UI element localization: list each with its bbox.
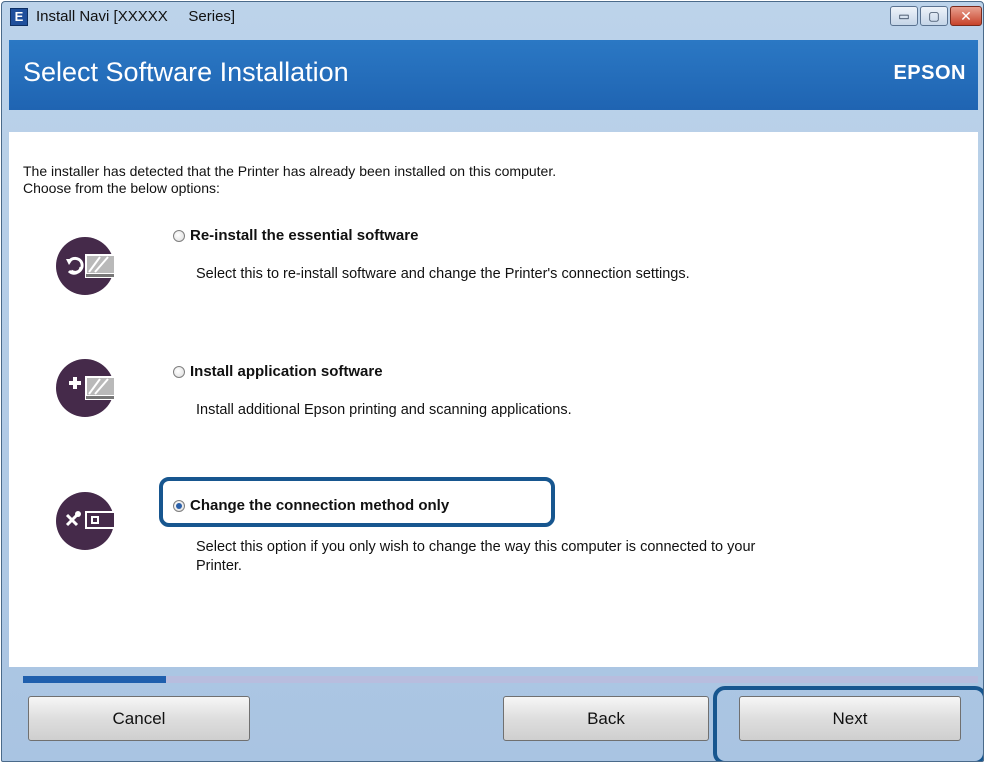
page-title: Select Software Installation bbox=[23, 57, 349, 87]
reinstall-description: Select this to re-install software and c… bbox=[196, 266, 690, 282]
epson-logo: EPSON bbox=[893, 62, 966, 84]
installer-window: E Install Navi [XXXXX Series] ▭ ▢ ✕ Sele… bbox=[1, 1, 984, 762]
intro-line-2: Choose from the below options: bbox=[23, 180, 220, 196]
tools-connection-icon bbox=[56, 492, 114, 550]
change-connection-radio[interactable] bbox=[173, 500, 185, 512]
back-button[interactable]: Back bbox=[503, 696, 709, 741]
close-icon: ✕ bbox=[960, 8, 972, 24]
install-application-label[interactable]: Install application software bbox=[190, 363, 383, 380]
window-title-model: XXXXX bbox=[117, 8, 168, 25]
maximize-icon: ▢ bbox=[928, 9, 940, 23]
change-connection-description: Select this option if you only wish to c… bbox=[196, 538, 755, 576]
reinstall-radio[interactable] bbox=[173, 230, 185, 242]
install-application-description: Install additional Epson printing and sc… bbox=[196, 402, 572, 418]
change-connection-description-line-1: Select this option if you only wish to c… bbox=[196, 539, 756, 555]
content-panel: The installer has detected that the Prin… bbox=[9, 132, 978, 683]
cancel-button[interactable]: Cancel bbox=[28, 696, 250, 741]
add-application-icon bbox=[56, 359, 114, 417]
progress-bar bbox=[23, 676, 978, 683]
window-title: Install Navi [XXXXX Series] bbox=[36, 8, 235, 25]
window-title-prefix: Install Navi [ bbox=[36, 8, 118, 25]
window-title-suffix: Series] bbox=[188, 8, 236, 25]
minimize-icon: ▭ bbox=[898, 9, 910, 23]
change-connection-description-line-2: Printer. bbox=[196, 558, 242, 574]
app-icon: E bbox=[10, 8, 28, 26]
progress-fill bbox=[23, 676, 167, 683]
reinstall-printer-icon bbox=[56, 237, 114, 295]
minimize-button[interactable]: ▭ bbox=[890, 6, 918, 26]
intro-text: The installer has detected that the Prin… bbox=[23, 163, 556, 197]
install-application-radio[interactable] bbox=[173, 366, 185, 378]
next-button[interactable]: Next bbox=[739, 696, 961, 741]
close-button[interactable]: ✕ bbox=[950, 6, 982, 26]
maximize-button[interactable]: ▢ bbox=[920, 6, 948, 26]
page-header: Select Software Installation EPSON bbox=[9, 40, 978, 110]
change-connection-label[interactable]: Change the connection method only bbox=[190, 497, 449, 514]
intro-line-1: The installer has detected that the Prin… bbox=[23, 163, 557, 179]
reinstall-label[interactable]: Re-install the essential software bbox=[190, 227, 418, 244]
title-bar[interactable]: E Install Navi [XXXXX Series] ▭ ▢ ✕ bbox=[2, 2, 983, 32]
